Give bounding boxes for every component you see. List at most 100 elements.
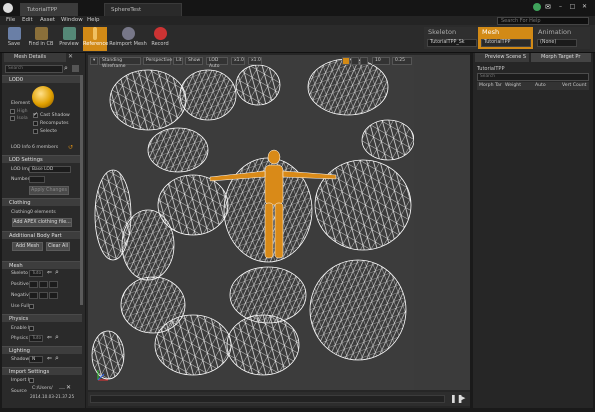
lod-import-dropdown[interactable]: Base LOD (29, 166, 71, 173)
tab-sphere-test[interactable]: SphereTest (104, 3, 182, 16)
lit-button[interactable]: Lit (173, 57, 183, 65)
close-icon[interactable]: ✕ (68, 53, 73, 60)
source-browse-icon[interactable]: … (59, 384, 65, 391)
negative-y-field[interactable] (39, 292, 48, 299)
record-button[interactable]: Record (149, 27, 171, 51)
mode-skeleton[interactable]: Skeleton TutorialTPP_Sk (424, 27, 478, 49)
material-thumbnail[interactable] (32, 86, 54, 108)
view-options-icon[interactable] (72, 65, 79, 72)
timeline-scrubber[interactable]: ❚❚ ▶ (88, 392, 470, 406)
physics-find-icon[interactable]: ⌕ (55, 333, 59, 342)
shadow-browse-icon[interactable]: ⇐ (47, 355, 52, 362)
tab-preview-scene-settings[interactable]: Preview Scene S (475, 53, 529, 62)
col-auto[interactable]: Auto (535, 83, 546, 88)
shadow-field[interactable]: N (29, 356, 43, 363)
grid-snap-button[interactable]: 10 (372, 57, 390, 65)
scrollbar[interactable] (80, 75, 83, 305)
mesh-asset-field[interactable]: TutorialTPP (481, 39, 531, 47)
menu-edit[interactable]: Edit (22, 16, 33, 25)
show-button[interactable]: Show (185, 57, 203, 65)
reference-button[interactable]: Reference (83, 27, 108, 51)
enable-checkbox[interactable] (29, 326, 34, 331)
col-weight[interactable]: Weight (505, 83, 521, 88)
shadow-label: Shadow (11, 357, 30, 362)
source-clear-icon[interactable]: ✕ (66, 384, 71, 391)
scale-tool-button[interactable] (360, 57, 368, 65)
physics-asset-field[interactable]: Tuto (29, 335, 43, 342)
find-in-cb-button[interactable]: Find in CB (26, 27, 56, 51)
import-settings-header[interactable]: Import Settings (2, 367, 82, 375)
search-help-input[interactable]: Search For Help (497, 17, 589, 25)
scale-snap-button[interactable]: 0.25 (392, 57, 412, 65)
number-field[interactable] (29, 176, 45, 183)
details-search-input[interactable]: Search (5, 65, 63, 73)
lod-auto-button[interactable]: LOD Auto (206, 57, 228, 69)
source-path: C:/Users/ (32, 386, 53, 391)
import-checkbox[interactable] (29, 378, 34, 383)
animation-asset-field[interactable]: (None) (537, 39, 577, 47)
lod-settings-header[interactable]: LOD Settings (2, 155, 82, 163)
wireframe-mesh-scene (91, 58, 414, 381)
skeleton-field[interactable]: Tuto (29, 270, 43, 277)
add-mesh-button[interactable]: Add Mesh (12, 242, 43, 251)
tab-skeleton-editor[interactable]: TutorialTPP Skeleton (20, 3, 78, 26)
scale-button[interactable]: x1.0 (248, 57, 262, 65)
browse-arrow-icon[interactable]: ⇐ (47, 269, 52, 276)
mode-animation[interactable]: Animation (None) (534, 27, 590, 49)
mode-mesh[interactable]: Mesh TutorialTPP (478, 27, 533, 49)
right-panel: Preview Scene S Morph Target Pr Tutorial… (473, 53, 593, 408)
apply-changes-button[interactable]: Apply Changes (29, 186, 69, 195)
lighting-header[interactable]: Lighting (2, 346, 82, 354)
viewport[interactable] (88, 55, 414, 390)
isolate-checkbox[interactable] (10, 116, 15, 121)
physics-browse-icon[interactable]: ⇐ (47, 334, 52, 341)
cast-shadow-checkbox[interactable] (33, 111, 38, 118)
timeline-track[interactable] (90, 395, 445, 403)
loop-icon[interactable]: ▶ (460, 394, 465, 402)
save-button[interactable]: Save (4, 27, 24, 51)
physics-header[interactable]: Physics (2, 314, 82, 322)
positive-z-field[interactable] (49, 281, 58, 288)
menu-window[interactable]: Window (61, 16, 83, 25)
clothing-value: 0 elements (30, 210, 56, 215)
clear-all-button[interactable]: Clear All (46, 242, 70, 251)
shadow-find-icon[interactable]: ⌕ (55, 354, 59, 363)
preview-button[interactable]: Preview (57, 27, 81, 51)
tab-morph-target-preview[interactable]: Morph Target Pr (531, 53, 591, 62)
viewport-options-button[interactable]: ▾ (90, 57, 98, 65)
tab-mesh-details[interactable]: Mesh Details (4, 53, 66, 62)
perspective-button[interactable]: Perspective (143, 57, 172, 65)
menu-help[interactable]: Help (87, 16, 100, 25)
additional-body-part-header[interactable]: Additional Body Part (2, 231, 82, 239)
rotate-tool-button[interactable] (351, 57, 359, 65)
lod0-header[interactable]: LOD0 (2, 75, 82, 83)
mesh-header[interactable]: Mesh (2, 261, 82, 269)
speed-button[interactable]: x1.0 (231, 57, 245, 65)
menu-file[interactable]: File (6, 16, 15, 25)
negative-x-field[interactable] (29, 292, 38, 299)
skeleton-asset-field[interactable]: TutorialTPP_Sk (427, 39, 477, 47)
menu-asset[interactable]: Asset (40, 16, 55, 25)
close-button[interactable]: ✕ (580, 3, 589, 10)
use-full-checkbox[interactable] (29, 304, 34, 309)
feedback-icon[interactable]: ✉ (545, 3, 554, 11)
reset-icon[interactable]: ↺ (68, 144, 73, 151)
high-checkbox[interactable] (10, 109, 15, 114)
clothing-header[interactable]: Clothing (2, 198, 82, 206)
positive-y-field[interactable] (39, 281, 48, 288)
view-mode-button[interactable]: Standing Wireframe (99, 57, 141, 69)
selected-checkbox[interactable] (33, 129, 38, 134)
negative-z-field[interactable] (49, 292, 58, 299)
add-apex-clothing-button[interactable]: Add APEX clothing file... (12, 218, 72, 227)
recompute-checkbox[interactable] (33, 121, 38, 126)
find-icon[interactable]: ⌕ (55, 268, 59, 277)
reimport-mesh-button[interactable]: Reimport Mesh (109, 27, 147, 51)
positive-x-field[interactable] (29, 281, 38, 288)
col-morph-target[interactable]: Morph Tar (479, 83, 502, 88)
maximize-button[interactable]: □ (568, 3, 577, 10)
translate-tool-button[interactable] (342, 57, 350, 65)
notification-icon[interactable] (533, 3, 541, 11)
minimize-button[interactable]: – (556, 3, 565, 10)
col-vert-count[interactable]: Vert Count (562, 83, 586, 88)
morph-search-input[interactable]: Search (477, 73, 589, 81)
